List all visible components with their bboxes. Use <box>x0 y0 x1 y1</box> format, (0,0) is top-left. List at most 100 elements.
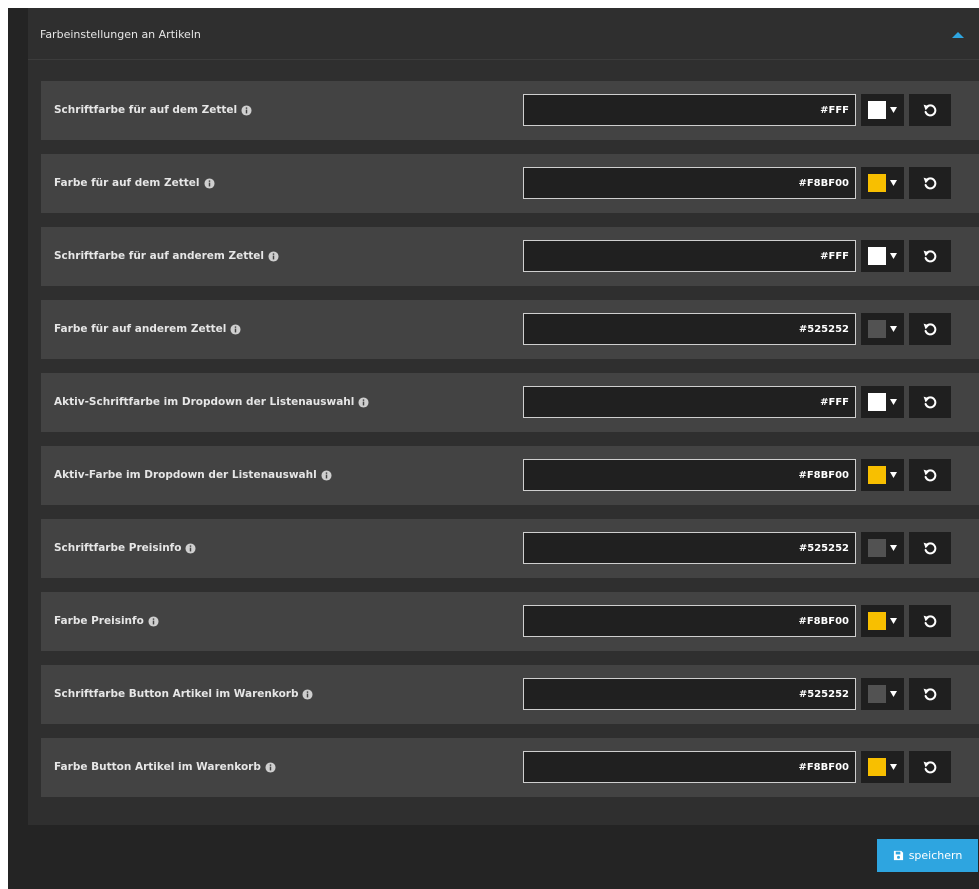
save-button-label: speichern <box>908 849 963 862</box>
undo-icon <box>923 688 937 701</box>
color-setting-row: Farbe Button Artikel im Warenkorb <box>41 738 979 797</box>
color-setting-label-group: Aktiv-Farbe im Dropdown der Listenauswah… <box>54 468 332 482</box>
caret-down-icon <box>890 107 897 113</box>
info-circle-icon[interactable] <box>148 615 159 627</box>
undo-icon <box>923 396 937 409</box>
color-picker-button[interactable] <box>861 678 904 710</box>
color-picker-button[interactable] <box>861 386 904 418</box>
reset-color-button[interactable] <box>909 313 951 345</box>
color-swatch <box>868 685 886 703</box>
caret-down-icon <box>890 618 897 624</box>
color-swatch <box>868 466 886 484</box>
color-setting-label: Aktiv-Schriftfarbe im Dropdown der Liste… <box>54 396 355 408</box>
color-hex-input[interactable] <box>523 167 856 199</box>
caret-down-icon <box>890 545 897 551</box>
settings-frame: Farbeinstellungen an Artikeln Schriftfar… <box>8 8 979 889</box>
color-setting-row: Aktiv-Farbe im Dropdown der Listenauswah… <box>41 446 979 505</box>
color-setting-row: Schriftfarbe für auf anderem Zettel <box>41 227 979 286</box>
color-setting-row: Schriftfarbe Preisinfo <box>41 519 979 578</box>
info-circle-icon[interactable] <box>321 469 332 481</box>
color-setting-label-group: Schriftfarbe für auf anderem Zettel <box>54 249 279 263</box>
color-hex-input[interactable] <box>523 240 856 272</box>
color-swatch <box>868 539 886 557</box>
info-circle-icon[interactable] <box>185 542 196 554</box>
color-picker-button[interactable] <box>861 240 904 272</box>
color-hex-input[interactable] <box>523 313 856 345</box>
info-circle-icon[interactable] <box>265 761 276 773</box>
color-picker-button[interactable] <box>861 751 904 783</box>
color-setting-label: Schriftfarbe Button Artikel im Warenkorb <box>54 688 299 700</box>
color-hex-input[interactable] <box>523 751 856 783</box>
reset-color-button[interactable] <box>909 94 951 126</box>
color-setting-label-group: Farbe Button Artikel im Warenkorb <box>54 760 276 774</box>
color-hex-input[interactable] <box>523 605 856 637</box>
color-setting-row: Schriftfarbe Button Artikel im Warenkorb <box>41 665 979 724</box>
color-picker-button[interactable] <box>861 532 904 564</box>
panel-header[interactable]: Farbeinstellungen an Artikeln <box>28 8 979 60</box>
caret-up-icon[interactable] <box>951 30 965 40</box>
color-setting-label: Farbe Button Artikel im Warenkorb <box>54 761 261 773</box>
info-circle-icon[interactable] <box>358 396 369 408</box>
caret-down-icon <box>890 472 897 478</box>
color-picker-button[interactable] <box>861 313 904 345</box>
color-setting-row: Farbe für auf anderem Zettel <box>41 300 979 359</box>
color-setting-row: Schriftfarbe für auf dem Zettel <box>41 81 979 140</box>
info-circle-icon[interactable] <box>268 250 279 262</box>
reset-color-button[interactable] <box>909 678 951 710</box>
color-setting-label: Aktiv-Farbe im Dropdown der Listenauswah… <box>54 469 317 481</box>
caret-down-icon <box>890 326 897 332</box>
undo-icon <box>923 615 937 628</box>
caret-down-icon <box>890 253 897 259</box>
color-picker-button[interactable] <box>861 167 904 199</box>
color-setting-row: Farbe für auf dem Zettel <box>41 154 979 213</box>
reset-color-button[interactable] <box>909 167 951 199</box>
color-setting-label-group: Schriftfarbe für auf dem Zettel <box>54 103 252 117</box>
undo-icon <box>923 250 937 263</box>
panel-title: Farbeinstellungen an Artikeln <box>40 28 201 41</box>
color-setting-label-group: Farbe Preisinfo <box>54 614 159 628</box>
color-setting-label: Schriftfarbe für auf anderem Zettel <box>54 250 264 262</box>
reset-color-button[interactable] <box>909 751 951 783</box>
reset-color-button[interactable] <box>909 386 951 418</box>
color-picker-button[interactable] <box>861 459 904 491</box>
color-swatch <box>868 320 886 338</box>
color-hex-input[interactable] <box>523 94 856 126</box>
color-setting-label-group: Farbe für auf dem Zettel <box>54 176 215 190</box>
color-swatch <box>868 758 886 776</box>
color-swatch <box>868 247 886 265</box>
caret-down-icon <box>890 180 897 186</box>
color-setting-label-group: Aktiv-Schriftfarbe im Dropdown der Liste… <box>54 395 369 409</box>
color-hex-input[interactable] <box>523 459 856 491</box>
color-setting-row: Farbe Preisinfo <box>41 592 979 651</box>
color-picker-button[interactable] <box>861 605 904 637</box>
undo-icon <box>923 761 937 774</box>
reset-color-button[interactable] <box>909 459 951 491</box>
undo-icon <box>923 104 937 117</box>
caret-down-icon <box>890 691 897 697</box>
color-swatch <box>868 101 886 119</box>
color-picker-button[interactable] <box>861 94 904 126</box>
color-setting-label-group: Schriftfarbe Button Artikel im Warenkorb <box>54 687 314 701</box>
color-hex-input[interactable] <box>523 678 856 710</box>
info-circle-icon[interactable] <box>241 104 252 116</box>
color-hex-input[interactable] <box>523 386 856 418</box>
floppy-disk-icon <box>893 850 903 861</box>
color-setting-label: Farbe Preisinfo <box>54 615 144 627</box>
info-circle-icon[interactable] <box>230 323 241 335</box>
color-hex-input[interactable] <box>523 532 856 564</box>
reset-color-button[interactable] <box>909 240 951 272</box>
color-setting-label-group: Farbe für auf anderem Zettel <box>54 322 241 336</box>
color-setting-label: Farbe für auf anderem Zettel <box>54 323 227 335</box>
undo-icon <box>923 542 937 555</box>
color-setting-label: Schriftfarbe Preisinfo <box>54 542 182 554</box>
reset-color-button[interactable] <box>909 532 951 564</box>
undo-icon <box>923 323 937 336</box>
reset-color-button[interactable] <box>909 605 951 637</box>
info-circle-icon[interactable] <box>203 177 215 189</box>
color-settings-panel: Farbeinstellungen an Artikeln Schriftfar… <box>28 8 979 825</box>
undo-icon <box>923 177 937 190</box>
save-button[interactable]: speichern <box>877 839 978 872</box>
color-swatch <box>868 174 886 192</box>
color-setting-row: Aktiv-Schriftfarbe im Dropdown der Liste… <box>41 373 979 432</box>
info-circle-icon[interactable] <box>302 688 314 700</box>
